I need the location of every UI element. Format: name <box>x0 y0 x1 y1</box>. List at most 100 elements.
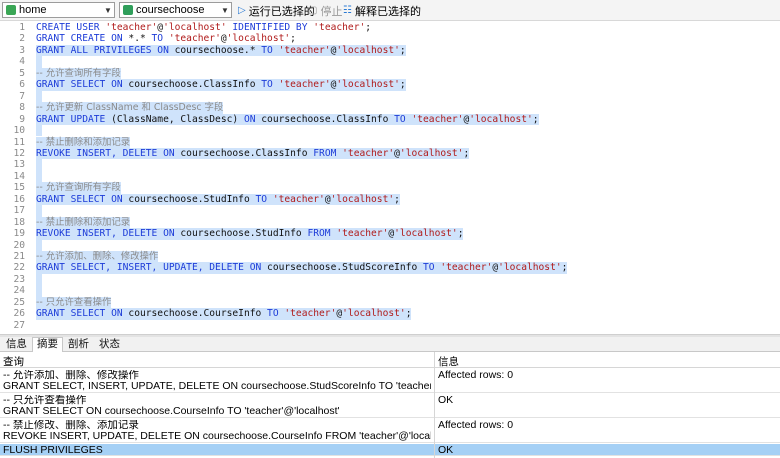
code-token: 'localhost' <box>336 79 400 91</box>
code-token: ; <box>399 44 406 56</box>
line-text: CREATE USER 'teacher'@'localhost' IDENTI… <box>36 22 371 33</box>
connection-icon <box>6 5 16 15</box>
result-row[interactable]: -- 允许添加、删除、修改操作 GRANT SELECT, INSERT, UPD… <box>0 369 780 393</box>
stop-icon: ▢ <box>308 5 318 16</box>
info-cell: Affected rows: 0 <box>438 369 514 381</box>
query-cell-line: -- 禁止修改、删除、添加记录 <box>3 420 139 431</box>
chevron-down-icon: ▼ <box>221 5 229 15</box>
code-line[interactable]: 3 GRANT ALL PRIVILEGES ON coursechoose.* … <box>0 44 780 57</box>
code-line[interactable]: 16 GRANT SELECT ON coursechoose.StudInfo … <box>0 193 780 206</box>
chevron-down-icon: ▼ <box>104 5 112 15</box>
connection-select[interactable]: home ▼ <box>2 2 115 18</box>
line-text: -- 只允许查看操作 <box>36 296 112 309</box>
tab-1[interactable]: 摘要 <box>32 337 63 353</box>
code-line[interactable]: 18 -- 禁止删除和添加记录 <box>0 216 780 229</box>
code-line[interactable]: 6 GRANT SELECT ON coursechoose.ClassInfo … <box>0 79 780 91</box>
code-token: FROM <box>313 147 343 159</box>
column-header-query[interactable]: 查询 <box>3 354 24 369</box>
database-select[interactable]: coursechoose ▼ <box>119 2 232 18</box>
code-token: TO <box>423 262 441 274</box>
line-number: 23 <box>13 273 25 285</box>
tab-3[interactable]: 状态 <box>95 338 124 352</box>
code-line[interactable]: 8 -- 允许更新 ClassName 和 ClassDesc 字段 <box>0 102 780 114</box>
code-line[interactable]: 13 <box>0 159 780 171</box>
code-token: -- 允许查询所有字段 <box>36 182 121 194</box>
code-token: ; <box>290 33 296 45</box>
code-token: ON <box>243 113 262 125</box>
code-line[interactable]: 1 CREATE USER 'teacher'@'localhost' IDENT… <box>0 22 780 33</box>
line-number: 21 <box>13 251 25 262</box>
query-cell-line: -- 只允许查看操作 <box>3 395 87 406</box>
code-token: 'localhost' <box>330 193 395 205</box>
code-token: 'teacher' <box>411 113 464 125</box>
result-row[interactable]: -- 禁止修改、删除、添加记录 REVOKE INSERT, UPDATE, DE… <box>0 419 780 443</box>
code-token: GRANT SELECT, INSERT, UPDATE, DELETE ON <box>36 262 268 274</box>
code-line[interactable]: 11 -- 禁止删除和添加记录 <box>0 136 780 148</box>
line-number: 11 <box>13 136 25 148</box>
line-number: 7 <box>19 90 25 102</box>
code-token: GRANT ALL PRIVILEGES ON <box>36 44 175 56</box>
column-header-info[interactable]: 信息 <box>438 354 459 369</box>
tab-0[interactable]: 信息 <box>2 338 31 352</box>
code-token: FROM <box>307 228 337 240</box>
code-line[interactable]: 23 <box>0 273 780 286</box>
code-line[interactable]: 27 <box>0 320 780 331</box>
sql-editor[interactable]: 1 CREATE USER 'teacher'@'localhost' IDENT… <box>0 21 780 334</box>
tab-2[interactable]: 剖析 <box>64 338 93 352</box>
line-text <box>36 239 42 251</box>
line-number: 8 <box>19 102 25 114</box>
line-number: 13 <box>13 159 25 171</box>
code-token: -- 允许查询所有字段 <box>36 67 121 79</box>
line-number: 17 <box>13 205 25 217</box>
explain-selected-button[interactable]: ☷ 解释已选择的 <box>343 3 421 18</box>
grid-header: 查询 信息 <box>0 352 780 368</box>
code-line[interactable]: 5 -- 允许查询所有字段 <box>0 67 780 80</box>
code-token: coursechoose.ClassInfo <box>261 113 395 125</box>
code-line[interactable]: 12 REVOKE INSERT, DELETE ON coursechoose.… <box>0 147 780 160</box>
code-line[interactable]: 21 -- 允许添加、删除、修改操作 <box>0 251 780 263</box>
code-token: 'localhost' <box>336 44 400 56</box>
line-text <box>36 273 42 286</box>
line-text: GRANT CREATE ON *.* TO 'teacher'@'localh… <box>36 33 296 44</box>
code-line[interactable]: 4 <box>0 56 780 68</box>
line-number: 3 <box>19 44 25 56</box>
code-line[interactable]: 26 GRANT SELECT ON coursechoose.CourseInf… <box>0 308 780 320</box>
code-token: 'teacher' <box>272 193 325 205</box>
code-token: GRANT CREATE ON <box>36 33 129 45</box>
line-text: GRANT SELECT ON coursechoose.CourseInfo … <box>36 308 412 320</box>
code-line[interactable]: 10 <box>0 125 780 137</box>
stop-button[interactable]: ▢ 停止 <box>308 3 342 18</box>
column-divider[interactable] <box>434 352 435 458</box>
result-row[interactable]: FLUSH PRIVILEGES OK <box>0 444 780 456</box>
code-line[interactable]: 2 GRANT CREATE ON *.* TO 'teacher'@'local… <box>0 33 780 44</box>
code-token: coursechoose.ClassInfo <box>128 79 262 91</box>
code-line[interactable]: 19 REVOKE INSERT, DELETE ON coursechoose.… <box>0 228 780 240</box>
code-token: ; <box>463 147 470 159</box>
line-text: -- 禁止删除和添加记录 <box>36 216 131 229</box>
code-line[interactable]: 15 -- 允许查询所有字段 <box>0 182 780 194</box>
result-row[interactable]: -- 只允许查看操作 GRANT SELECT ON coursechoose.C… <box>0 394 780 418</box>
code-line[interactable]: 17 <box>0 205 780 217</box>
run-selected-button[interactable]: ▷ 运行已选择的 <box>238 3 315 18</box>
code-line[interactable]: 20 <box>0 239 780 251</box>
code-line[interactable]: 7 <box>0 90 780 103</box>
code-token: TO <box>151 33 169 45</box>
code-token: 'localhost' <box>399 147 464 159</box>
line-number: 20 <box>13 239 25 251</box>
code-token: (ClassName, ClassDesc) <box>111 113 244 125</box>
code-token: 'teacher' <box>336 228 389 240</box>
code-token: TO <box>261 79 279 91</box>
code-token: GRANT SELECT ON <box>36 308 129 320</box>
query-cell-line: FLUSH PRIVILEGES <box>3 445 103 456</box>
line-number: 27 <box>13 319 25 331</box>
code-token: ; <box>532 113 539 125</box>
code-line[interactable]: 22 GRANT SELECT, INSERT, UPDATE, DELETE O… <box>0 262 780 274</box>
code-token: -- 允许更新 ClassName 和 ClassDesc 字段 <box>36 102 224 114</box>
line-text <box>36 170 42 183</box>
line-text: -- 允许查询所有字段 <box>36 182 121 194</box>
code-line[interactable]: 25 -- 只允许查看操作 <box>0 296 780 309</box>
code-line[interactable]: 24 <box>0 285 780 297</box>
query-cell: -- 只允许查看操作 GRANT SELECT ON coursechoose.C… <box>3 395 431 417</box>
code-line[interactable]: 14 <box>0 170 780 183</box>
code-line[interactable]: 9 GRANT UPDATE (ClassName, ClassDesc) ON … <box>0 113 780 125</box>
